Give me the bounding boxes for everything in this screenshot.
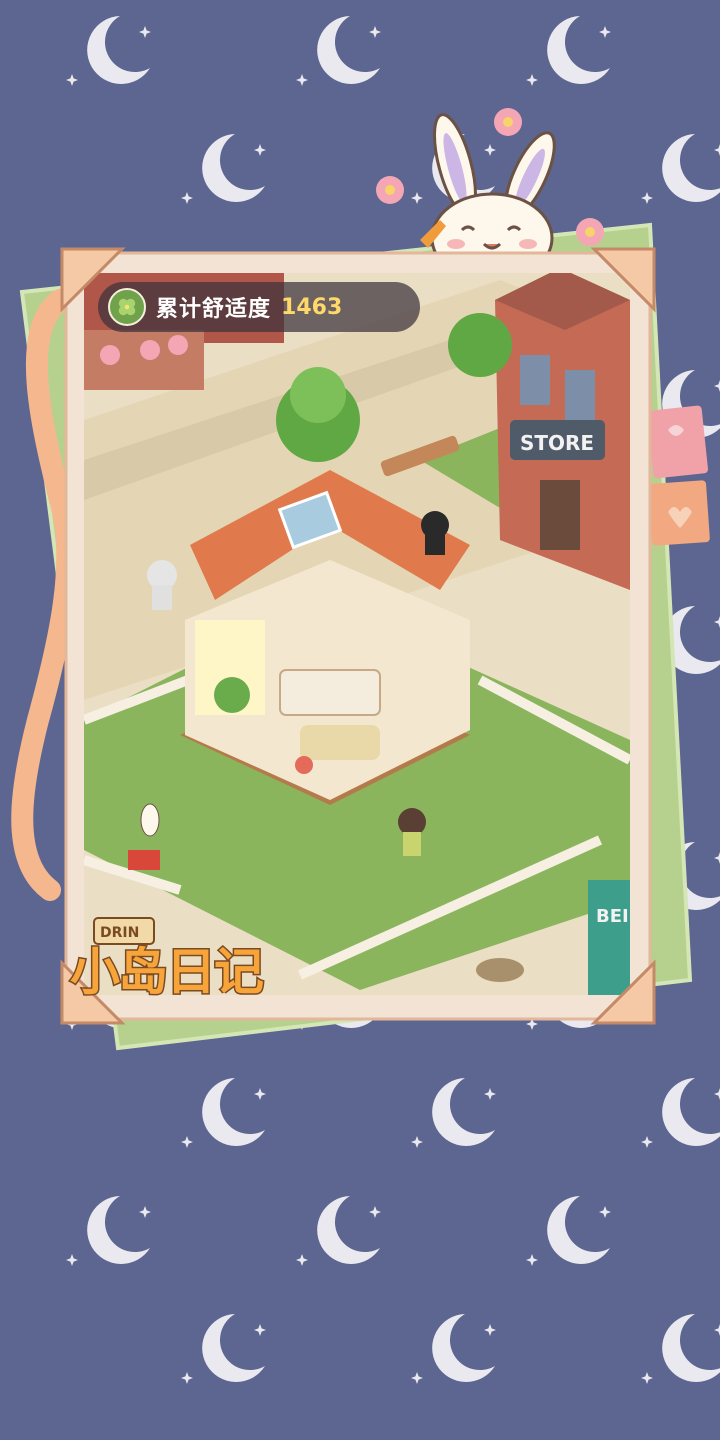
- moon-pattern-background: [0, 0, 720, 1440]
- comfort-counter: 累计舒适度 1463: [98, 282, 420, 332]
- comfort-value: 1463: [281, 294, 343, 320]
- game-logo-title: 小岛日记: [69, 942, 266, 1003]
- clover-icon: [108, 288, 146, 326]
- comfort-label: 累计舒适度: [156, 297, 272, 322]
- game-logo: 小岛日记: [69, 930, 300, 1006]
